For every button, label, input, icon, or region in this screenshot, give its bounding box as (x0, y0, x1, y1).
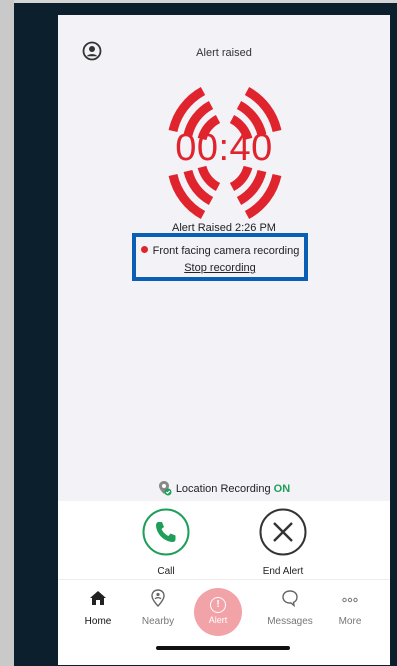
end-alert-button[interactable]: End Alert (243, 508, 323, 577)
home-indicator (156, 646, 290, 650)
tab-nearby[interactable]: Nearby (130, 588, 186, 627)
tab-alert-label: Alert (208, 615, 228, 625)
location-label: Location Recording (175, 483, 271, 495)
tab-more-label: More (338, 616, 362, 627)
bottom-tab-bar: Home Nearby ! Alert Messages More (58, 579, 390, 665)
recording-status: Front facing camera recording (136, 245, 304, 257)
exclamation-icon: ! (210, 597, 226, 613)
close-icon (259, 508, 307, 556)
location-check-icon (158, 481, 172, 496)
home-icon (90, 591, 106, 605)
call-label: Call (157, 566, 175, 577)
more-dots-icon (342, 597, 358, 603)
page-title: Alert raised (196, 47, 252, 59)
window-left-edge (0, 0, 14, 666)
tab-alert[interactable]: ! Alert (194, 588, 242, 636)
tab-messages[interactable]: Messages (262, 588, 318, 627)
phone-icon (142, 508, 190, 556)
alert-raised-time: Alert Raised 2:26 PM (172, 222, 276, 231)
alert-actions-panel: Call End Alert (58, 501, 390, 579)
chat-bubble-icon (282, 590, 298, 608)
phone-frame: Alert raised 00:40 Alert Raised 2:26 PM (14, 3, 397, 666)
recording-status-text: Front facing camera recording (152, 245, 300, 257)
location-status-badge: ON (273, 483, 291, 495)
recording-dot-icon (140, 246, 148, 253)
alert-timer: 00:40 (175, 127, 273, 169)
end-alert-label: End Alert (262, 566, 304, 577)
recording-highlight-box: Front facing camera recording Stop recor… (132, 233, 308, 281)
tab-home[interactable]: Home (70, 588, 126, 627)
location-recording-status: Location Recording ON (58, 480, 390, 496)
call-button[interactable]: Call (126, 508, 206, 577)
map-pin-icon (151, 589, 165, 607)
stop-recording-link[interactable]: Stop recording (136, 262, 304, 274)
tab-home-label: Home (84, 616, 112, 627)
app-screen: Alert raised 00:40 Alert Raised 2:26 PM (58, 15, 390, 665)
tab-messages-label: Messages (267, 616, 313, 627)
tab-nearby-label: Nearby (141, 616, 175, 627)
tab-more[interactable]: More (322, 588, 378, 627)
